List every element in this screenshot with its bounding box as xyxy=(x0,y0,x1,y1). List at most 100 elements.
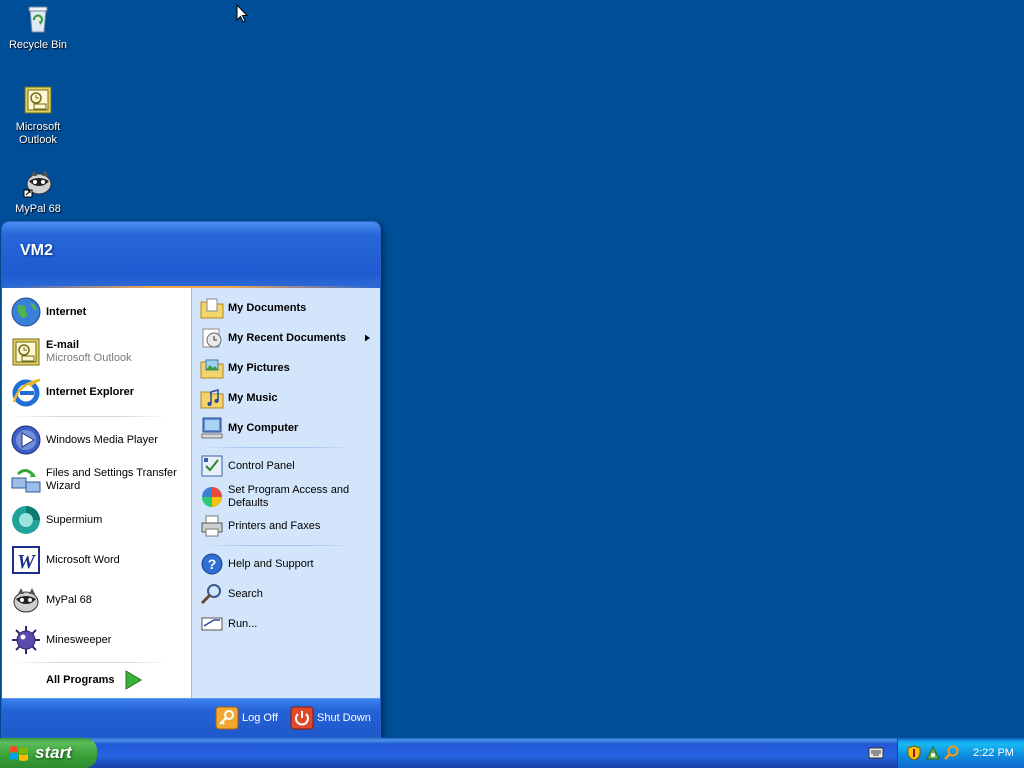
program-defaults-icon xyxy=(202,487,222,507)
place-my-documents[interactable]: My Documents xyxy=(200,296,306,320)
pinned-item-internet[interactable]: Internet xyxy=(10,296,86,328)
all-programs-separator xyxy=(10,662,170,663)
run-icon xyxy=(201,617,223,631)
recent-item-supermium[interactable]: Supermium xyxy=(10,504,102,536)
recent-item-transfer-wizard[interactable]: Files and Settings Transfer Wizard xyxy=(10,464,181,496)
taskbar: start 2:22 PM xyxy=(0,738,1024,768)
submenu-arrow-icon xyxy=(365,334,370,342)
pinned-separator xyxy=(10,416,170,417)
recent-documents-icon xyxy=(202,328,222,348)
shut-down-button[interactable]: Shut Down xyxy=(290,706,371,730)
log-off-button[interactable]: Log Off xyxy=(215,706,278,730)
item-label: Windows Media Player xyxy=(46,433,158,446)
shut-down-label: Shut Down xyxy=(317,712,371,724)
desktop-icon-label: Recycle Bin xyxy=(8,39,68,51)
recent-item-minesweeper[interactable]: Minesweeper xyxy=(10,624,111,656)
start-menu-left-panel: Internet E-mail Microsoft Outlook Intern… xyxy=(2,288,191,698)
system-tray: 2:22 PM xyxy=(897,738,1024,768)
green-arrow-icon xyxy=(125,670,143,690)
supermium-icon xyxy=(12,506,40,534)
globe-icon xyxy=(11,297,41,327)
place-my-music[interactable]: My Music xyxy=(200,386,278,410)
mypal-icon xyxy=(13,588,39,613)
help-icon: ? xyxy=(201,553,223,575)
folder-music-icon xyxy=(200,389,224,409)
desktop-icon-outlook[interactable]: Microsoft Outlook xyxy=(0,84,76,147)
folder-documents-icon xyxy=(200,298,224,319)
item-label: My Computer xyxy=(228,421,299,434)
recent-item-word[interactable]: W Microsoft Word xyxy=(10,544,120,576)
item-label: My Recent Documents xyxy=(228,331,346,344)
mypal-icon xyxy=(23,170,52,198)
internet-explorer-icon xyxy=(12,378,41,407)
word-icon: W xyxy=(12,546,40,574)
item-label: Supermium xyxy=(46,513,103,526)
outlook-icon xyxy=(12,338,40,366)
media-player-icon xyxy=(11,425,41,455)
all-programs-label: All Programs xyxy=(46,674,115,686)
recent-item-media-player[interactable]: Windows Media Player xyxy=(10,424,158,456)
desktop-icon-mypal[interactable]: MyPal 68 xyxy=(0,166,76,216)
desktop-icon-label: Microsoft Outlook xyxy=(15,121,61,146)
keyboard-icon[interactable] xyxy=(868,746,884,760)
item-label: Search xyxy=(228,587,263,600)
system-control-panel[interactable]: Control Panel xyxy=(200,454,295,478)
system-program-defaults[interactable]: Set Program Access and Defaults xyxy=(200,484,353,510)
pinned-item-email[interactable]: E-mail Microsoft Outlook xyxy=(10,336,132,368)
pinned-item-internet-explorer[interactable]: Internet Explorer xyxy=(10,376,134,408)
start-label: start xyxy=(35,743,72,762)
desktop-icon-recycle-bin[interactable]: Recycle Bin xyxy=(0,2,76,52)
control-panel-icon xyxy=(201,455,223,477)
place-my-computer[interactable]: My Computer xyxy=(200,416,298,440)
place-my-recent-documents[interactable]: My Recent Documents xyxy=(200,326,378,350)
item-label: MyPal 68 xyxy=(46,593,92,606)
minesweeper-icon xyxy=(12,626,40,654)
start-button[interactable]: start xyxy=(0,738,97,768)
search[interactable]: Search xyxy=(200,582,263,606)
item-label: E-mail xyxy=(46,339,80,351)
item-label: Internet Explorer xyxy=(46,385,135,398)
start-menu-header: VM2 xyxy=(2,222,380,286)
start-menu: VM2 Internet E-mail Microsoft Outlook In… xyxy=(1,221,381,738)
svg-text:W: W xyxy=(17,551,36,573)
security-shield-icon[interactable] xyxy=(906,745,922,761)
mouse-cursor-icon xyxy=(236,4,248,23)
recent-item-mypal[interactable]: MyPal 68 xyxy=(10,584,92,616)
power-icon xyxy=(290,706,314,730)
run[interactable]: Run... xyxy=(200,612,257,636)
item-label: Microsoft Word xyxy=(46,553,120,566)
item-label: Printers and Faxes xyxy=(228,519,321,532)
key-icon xyxy=(215,706,239,730)
transfer-wizard-icon xyxy=(11,469,41,493)
places-separator xyxy=(200,447,355,448)
desktop-icon-label: MyPal 68 xyxy=(15,203,61,215)
start-menu-footer: Log Off Shut Down xyxy=(2,698,380,737)
system-printers-faxes[interactable]: Printers and Faxes xyxy=(200,514,320,538)
search-icon xyxy=(200,584,221,605)
item-label: My Pictures xyxy=(228,361,290,374)
start-menu-right-panel: My Documents My Recent Documents My Pict… xyxy=(191,288,380,698)
help-and-support[interactable]: ? Help and Support xyxy=(200,552,314,576)
system-separator xyxy=(200,545,355,546)
item-label: My Music xyxy=(228,391,278,404)
windows-flag-icon xyxy=(10,746,28,761)
item-label: Set Program Access and Defaults xyxy=(228,484,350,509)
item-sublabel: Microsoft Outlook xyxy=(46,352,132,364)
folder-pictures-icon xyxy=(200,359,224,379)
clock[interactable]: 2:22 PM xyxy=(973,747,1014,759)
svg-text:?: ? xyxy=(208,556,217,572)
printer-icon xyxy=(201,515,223,537)
item-label: Files and Settings Transfer Wizard xyxy=(46,467,177,492)
place-my-pictures[interactable]: My Pictures xyxy=(200,356,290,380)
item-label: Minesweeper xyxy=(46,633,112,646)
log-off-label: Log Off xyxy=(242,712,278,724)
all-programs-button[interactable]: All Programs xyxy=(46,670,143,690)
outlook-icon xyxy=(24,86,52,114)
network-icon[interactable] xyxy=(925,745,941,761)
search-tray-icon[interactable] xyxy=(944,745,960,761)
computer-icon xyxy=(201,417,223,439)
item-label: Run... xyxy=(228,617,258,630)
item-label: Help and Support xyxy=(228,557,314,570)
user-name: VM2 xyxy=(20,242,53,259)
item-label: Internet xyxy=(46,305,87,318)
